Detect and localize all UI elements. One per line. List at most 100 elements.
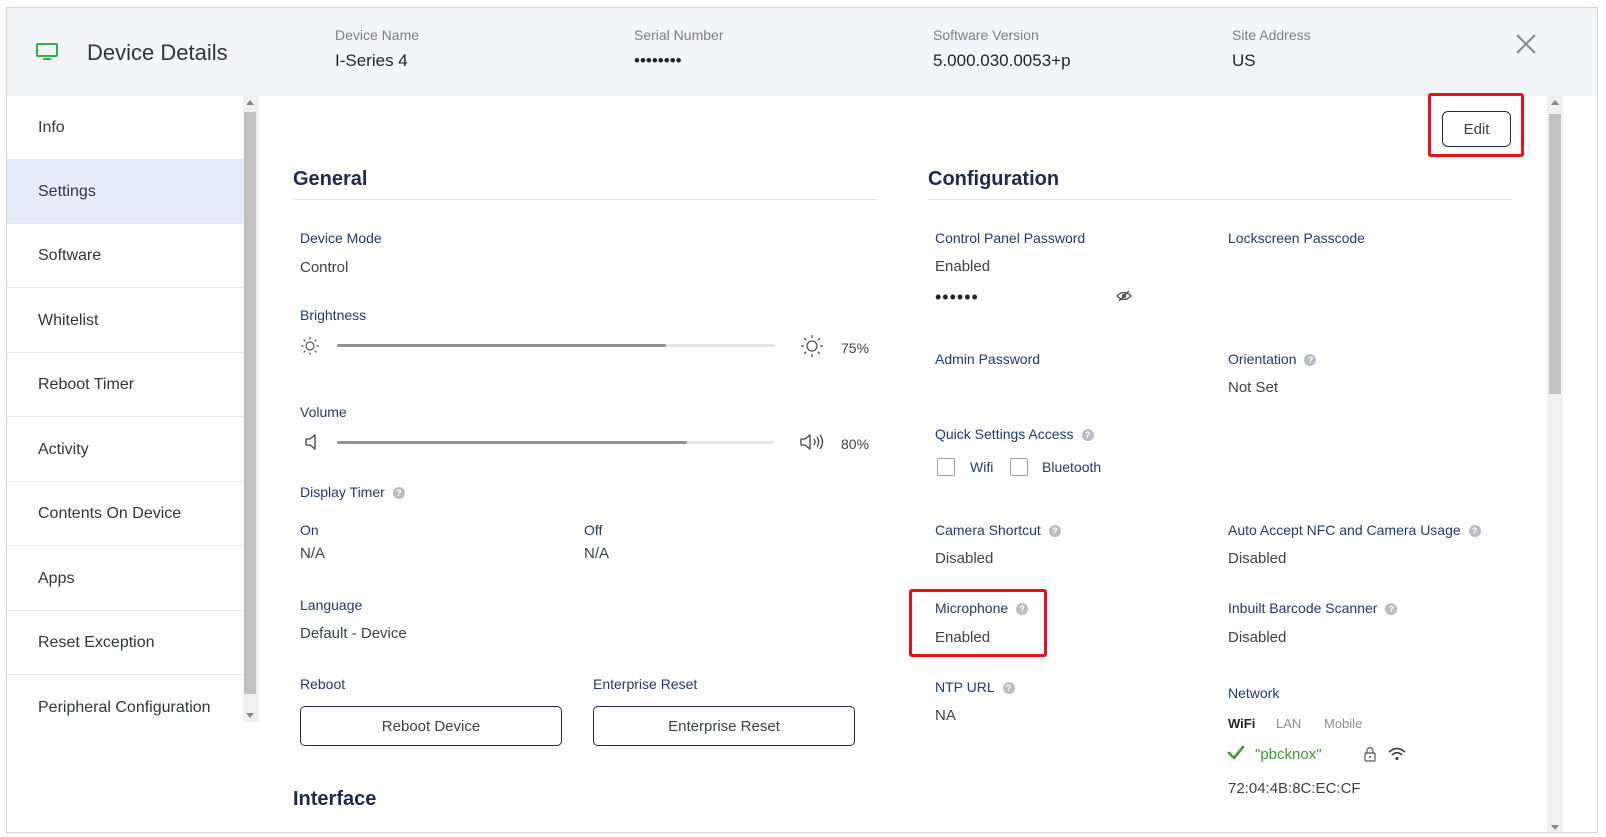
sidebar-item-label: Reboot Timer xyxy=(38,375,135,393)
control-panel-password-label: Control Panel Password xyxy=(935,230,1086,246)
help-icon[interactable]: ? xyxy=(1468,525,1481,537)
sidebar-item-label: Apps xyxy=(38,569,75,587)
camera-shortcut-label-text: Camera Shortcut xyxy=(935,522,1041,538)
help-icon[interactable]: ? xyxy=(1304,354,1317,366)
site-address-field: Site Address US xyxy=(1232,27,1311,71)
language-value: Default - Device xyxy=(300,625,407,642)
ntp-url-label: NTP URL? xyxy=(935,679,1015,695)
header: Device Details Device Name I-Series 4 Se… xyxy=(7,8,1597,96)
sidebar: Info Settings Software Whitelist Reboot … xyxy=(7,96,243,832)
sidebar-item-label: Peripheral Configuration xyxy=(38,699,211,716)
orientation-value: Not Set xyxy=(1228,379,1279,396)
sidebar-item-info[interactable]: Info xyxy=(7,96,243,160)
tab-lan[interactable]: LAN xyxy=(1276,716,1301,731)
display-timer-on-label: On xyxy=(300,522,319,538)
device-name-value: I-Series 4 xyxy=(335,51,408,70)
serial-number-value: •••••••• xyxy=(634,51,682,70)
admin-password-label: Admin Password xyxy=(935,351,1041,367)
sidebar-item-label: Settings xyxy=(38,182,96,200)
brightness-slider-fill xyxy=(337,344,666,347)
edit-highlight-box xyxy=(1428,93,1524,157)
sidebar-item-contents-on-device[interactable]: Contents On Device xyxy=(7,482,243,546)
bluetooth-checkbox-label: Bluetooth xyxy=(1042,459,1102,475)
tab-wifi[interactable]: WiFi xyxy=(1228,716,1255,731)
brightness-percent: 75% xyxy=(841,340,870,356)
help-icon[interactable]: ? xyxy=(1385,603,1398,615)
control-panel-password-status: Enabled xyxy=(935,258,991,275)
scrollbar-thumb[interactable] xyxy=(1549,114,1561,394)
serial-number-field: Serial Number •••••••• xyxy=(634,27,723,71)
help-icon[interactable]: ? xyxy=(1002,682,1015,694)
ntp-url-label-text: NTP URL xyxy=(935,679,995,695)
device-name-label: Device Name xyxy=(335,27,420,43)
divider xyxy=(293,199,877,200)
brightness-high-icon xyxy=(801,335,823,357)
configuration-section-title: Configuration xyxy=(928,168,1060,190)
interface-section-title: Interface xyxy=(293,788,377,810)
sidebar-scrollbar[interactable] xyxy=(243,96,259,722)
help-icon[interactable]: ? xyxy=(1081,429,1094,441)
volume-label: Volume xyxy=(300,404,347,420)
display-timer-label: Display Timer? xyxy=(300,484,405,500)
enterprise-reset-button[interactable]: Enterprise Reset xyxy=(593,706,855,746)
auto-accept-nfc-value: Disabled xyxy=(1228,550,1287,567)
wifi-signal-icon xyxy=(1388,747,1406,761)
language-label: Language xyxy=(300,597,363,613)
quick-settings-access-label-text: Quick Settings Access xyxy=(935,426,1074,442)
device-name-field: Device Name I-Series 4 xyxy=(335,27,419,71)
volume-low-icon xyxy=(305,434,316,450)
sidebar-item-apps[interactable]: Apps xyxy=(7,547,243,611)
device-details-window: Device Details Device Name I-Series 4 Se… xyxy=(6,7,1598,833)
site-address-value: US xyxy=(1232,51,1256,70)
lock-icon xyxy=(1364,746,1376,762)
content-scrollbar[interactable] xyxy=(1547,96,1563,832)
display-timer-label-text: Display Timer xyxy=(300,484,385,500)
auto-accept-nfc-label: Auto Accept NFC and Camera Usage? xyxy=(1228,522,1481,538)
reboot-label: Reboot xyxy=(300,676,346,692)
tab-mobile[interactable]: Mobile xyxy=(1324,716,1362,731)
control-panel-password-masked: •••••• xyxy=(935,287,979,307)
sidebar-item-settings[interactable]: Settings xyxy=(7,160,243,224)
sidebar-item-label: Software xyxy=(38,246,102,264)
mac-address: 72:04:4B:8C:EC:CF xyxy=(1228,780,1361,797)
volume-high-icon xyxy=(800,434,824,450)
serial-number-label: Serial Number xyxy=(634,27,724,43)
sidebar-item-reset-exception[interactable]: Reset Exception xyxy=(7,611,243,675)
sidebar-item-label: Contents On Device xyxy=(38,504,182,522)
wifi-checkbox-label: Wifi xyxy=(970,459,994,475)
sidebar-item-reboot-timer[interactable]: Reboot Timer xyxy=(7,353,243,417)
brightness-slider[interactable] xyxy=(337,344,775,347)
scroll-down-icon[interactable] xyxy=(1551,825,1559,830)
hide-password-icon[interactable] xyxy=(1116,289,1132,303)
sidebar-item-label: Info xyxy=(38,118,65,136)
scroll-down-icon[interactable] xyxy=(246,713,254,718)
help-icon[interactable]: ? xyxy=(392,487,405,499)
bluetooth-checkbox[interactable] xyxy=(1010,458,1028,476)
close-icon[interactable] xyxy=(1512,30,1540,58)
sidebar-item-whitelist[interactable]: Whitelist xyxy=(7,289,243,353)
sidebar-item-label: Whitelist xyxy=(38,311,99,329)
wifi-checkbox[interactable] xyxy=(937,458,955,476)
camera-shortcut-label: Camera Shortcut? xyxy=(935,522,1061,538)
network-label: Network xyxy=(1228,685,1280,701)
software-version-label: Software Version xyxy=(933,27,1039,43)
orientation-label: Orientation? xyxy=(1228,351,1317,367)
scrollbar-thumb[interactable] xyxy=(244,112,256,694)
volume-slider[interactable] xyxy=(337,441,774,444)
camera-shortcut-value: Disabled xyxy=(935,550,994,567)
sidebar-item-software[interactable]: Software xyxy=(7,224,243,288)
wifi-ssid: "pbcknox" xyxy=(1255,746,1322,763)
display-timer-off-label: Off xyxy=(584,522,603,538)
divider xyxy=(928,199,1512,200)
barcode-scanner-value: Disabled xyxy=(1228,629,1287,646)
scroll-up-icon[interactable] xyxy=(246,100,254,105)
sidebar-item-label: Reset Exception xyxy=(38,633,155,651)
barcode-scanner-label: Inbuilt Barcode Scanner? xyxy=(1228,600,1398,616)
sidebar-item-activity[interactable]: Activity xyxy=(7,418,243,482)
help-icon[interactable]: ? xyxy=(1048,525,1061,537)
reboot-device-button[interactable]: Reboot Device xyxy=(300,706,562,746)
auto-accept-nfc-label-text: Auto Accept NFC and Camera Usage xyxy=(1228,522,1461,538)
brightness-label: Brightness xyxy=(300,307,367,323)
scroll-up-icon[interactable] xyxy=(1551,100,1559,105)
sidebar-item-peripheral-configuration[interactable]: Peripheral Configuration xyxy=(7,676,243,740)
